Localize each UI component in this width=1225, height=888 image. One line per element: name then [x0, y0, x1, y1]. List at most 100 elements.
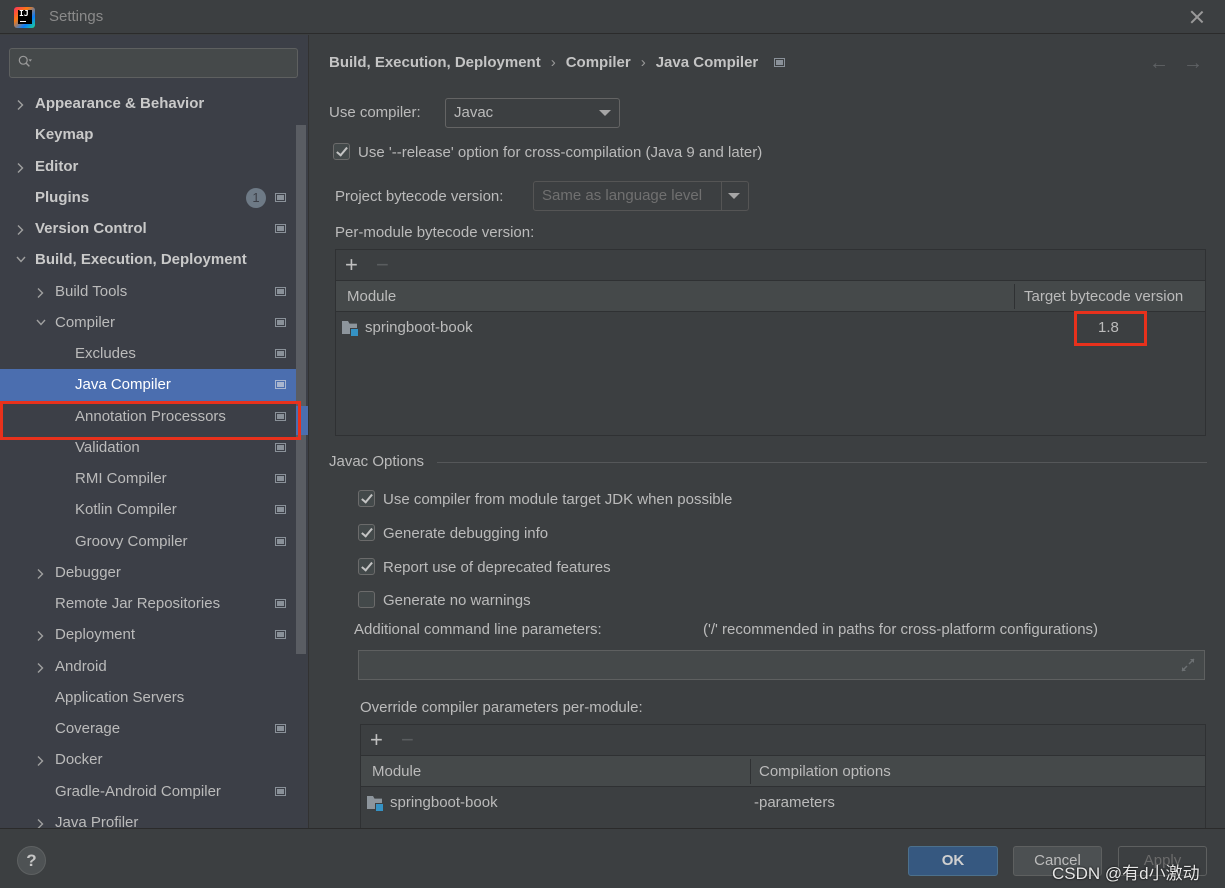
sidebar-item-application-servers[interactable]: Application Servers — [0, 682, 300, 713]
column-separator[interactable] — [750, 759, 751, 784]
compilation-options-value[interactable]: -parameters — [754, 788, 835, 818]
chevron-down-icon[interactable] — [35, 307, 47, 338]
close-icon[interactable] — [1187, 7, 1207, 27]
chevron-right-icon[interactable] — [15, 151, 27, 182]
project-scope-icon — [275, 286, 286, 296]
project-scope-icon — [275, 505, 286, 515]
sidebar-item-gradle-android-compiler[interactable]: Gradle-Android Compiler — [0, 776, 300, 807]
sidebar-item-label: Remote Jar Repositories — [55, 595, 221, 612]
project-bytecode-dropdown[interactable]: Same as language level — [533, 181, 749, 211]
use-compiler-value: Javac — [454, 104, 494, 121]
project-scope-icon — [275, 786, 286, 796]
sidebar-item-label: Android — [55, 657, 107, 675]
sidebar-item-label: RMI Compiler — [75, 470, 167, 487]
column-header-module[interactable]: Module — [372, 756, 421, 787]
sidebar-item-label: Coverage — [55, 720, 121, 737]
chevron-right-icon[interactable] — [35, 651, 47, 682]
javac-option-checkbox[interactable] — [358, 591, 375, 608]
javac-option-checkbox[interactable] — [358, 558, 375, 575]
release-option-checkbox[interactable] — [333, 143, 350, 160]
column-header-compilation-options[interactable]: Compilation options — [759, 756, 891, 787]
sidebar-item-build-tools[interactable]: Build Tools — [0, 276, 300, 307]
sidebar-item-docker[interactable]: Docker — [0, 744, 300, 775]
remove-module-button[interactable]: − — [376, 253, 389, 277]
project-scope-icon — [275, 224, 286, 233]
sidebar-item-rmi-compiler[interactable]: RMI Compiler — [0, 463, 300, 494]
sidebar-item-editor[interactable]: Editor — [0, 151, 300, 182]
cancel-button[interactable]: Cancel — [1013, 846, 1102, 876]
back-arrow-icon[interactable]: ← — [1149, 53, 1169, 73]
sidebar-item-java-compiler[interactable]: Java Compiler — [0, 369, 300, 401]
sidebar-item-keymap[interactable]: Keymap — [0, 119, 300, 150]
column-separator[interactable] — [1014, 284, 1015, 309]
ok-button[interactable]: OK — [908, 846, 998, 876]
table-row[interactable]: springboot-book -parameters — [361, 788, 1205, 818]
use-compiler-dropdown[interactable]: Javac — [445, 98, 620, 128]
sidebar-item-label: Debugger — [55, 563, 121, 581]
breadcrumb-item: Compiler — [565, 54, 631, 71]
forward-arrow-icon[interactable]: → — [1183, 53, 1203, 73]
sidebar-item-annotation-processors[interactable]: Annotation Processors — [0, 401, 300, 432]
sidebar-scrollbar[interactable] — [296, 125, 306, 654]
sidebar-item-android[interactable]: Android — [0, 651, 300, 682]
target-bytecode-value[interactable]: 1.8 — [1098, 313, 1119, 343]
use-compiler-label: Use compiler: — [329, 104, 421, 121]
search-input[interactable] — [9, 48, 298, 78]
javac-option-checkbox[interactable] — [358, 490, 375, 507]
sidebar-item-kotlin-compiler[interactable]: Kotlin Compiler — [0, 494, 300, 525]
sidebar-item-groovy-compiler[interactable]: Groovy Compiler — [0, 526, 300, 557]
expand-icon[interactable] — [1180, 657, 1196, 673]
sidebar-item-label: Groovy Compiler — [75, 532, 188, 550]
title-bar: Settings — [0, 0, 1225, 34]
chevron-right-icon[interactable] — [35, 557, 47, 588]
per-module-bytecode-table: + − Module Target bytecode version sprin… — [335, 249, 1206, 436]
sidebar-item-coverage[interactable]: Coverage — [0, 713, 300, 744]
chevron-down-icon[interactable] — [15, 244, 27, 275]
column-header-module[interactable]: Module — [347, 281, 396, 312]
chevron-right-icon[interactable] — [35, 276, 47, 307]
sidebar-item-excludes[interactable]: Excludes — [0, 338, 300, 369]
project-bytecode-value: Same as language level — [542, 187, 703, 204]
apply-button[interactable]: Apply — [1118, 846, 1207, 876]
scrollbar-selection-marker — [296, 406, 308, 435]
sidebar-item-java-profiler[interactable]: Java Profiler — [0, 807, 300, 828]
intellij-logo-icon — [14, 7, 35, 28]
chevron-right-icon[interactable] — [35, 807, 47, 828]
sidebar-item-validation[interactable]: Validation — [0, 432, 300, 463]
add-override-button[interactable]: + — [370, 728, 383, 752]
sidebar-item-appearance-behavior[interactable]: Appearance & Behavior — [0, 88, 300, 119]
chevron-right-icon[interactable] — [35, 744, 47, 775]
sidebar-item-debugger[interactable]: Debugger — [0, 557, 300, 588]
add-module-button[interactable]: + — [345, 253, 358, 277]
javac-option-checkbox[interactable] — [358, 524, 375, 541]
sidebar-item-compiler[interactable]: Compiler — [0, 307, 300, 338]
javac-option-label: Generate no warnings — [383, 592, 531, 609]
module-folder-icon — [367, 796, 384, 812]
settings-sidebar: Appearance & Behavior Keymap Editor Plugins… — [0, 35, 308, 828]
chevron-right-icon[interactable] — [15, 88, 27, 119]
breadcrumb-separator: › — [550, 54, 556, 71]
override-params-table: + − Module Compilation options springboo… — [360, 724, 1206, 834]
sidebar-item-build-execution-deployment[interactable]: Build, Execution, Deployment — [0, 244, 300, 275]
sidebar-item-label: Build Tools — [55, 282, 128, 300]
help-button[interactable]: ? — [17, 846, 46, 875]
table-row[interactable]: springboot-book 1.8 — [336, 313, 1205, 343]
dropdown-separator — [721, 182, 722, 210]
sidebar-item-deployment[interactable]: Deployment — [0, 619, 300, 650]
module-name: springboot-book — [390, 794, 498, 811]
dropdown-arrow-icon — [599, 110, 611, 116]
project-scope-icon — [275, 192, 286, 202]
sidebar-item-remote-jar-repositories[interactable]: Remote Jar Repositories — [0, 588, 300, 619]
additional-params-input[interactable] — [358, 650, 1205, 680]
column-header-target-bytecode[interactable]: Target bytecode version — [1024, 281, 1183, 312]
chevron-right-icon[interactable] — [15, 213, 27, 244]
table-toolbar: + − — [336, 250, 1205, 281]
override-params-label: Override compiler parameters per-module: — [360, 699, 643, 716]
sidebar-item-label: Excludes — [75, 345, 136, 362]
chevron-right-icon[interactable] — [35, 619, 47, 650]
remove-override-button[interactable]: − — [401, 728, 414, 752]
sidebar-item-plugins[interactable]: Plugins 1 — [0, 182, 300, 213]
sidebar-item-version-control[interactable]: Version Control — [0, 213, 300, 244]
module-name: springboot-book — [365, 319, 473, 336]
dialog-footer: ? OK Cancel Apply CSDN @有d小激动 — [0, 828, 1225, 888]
